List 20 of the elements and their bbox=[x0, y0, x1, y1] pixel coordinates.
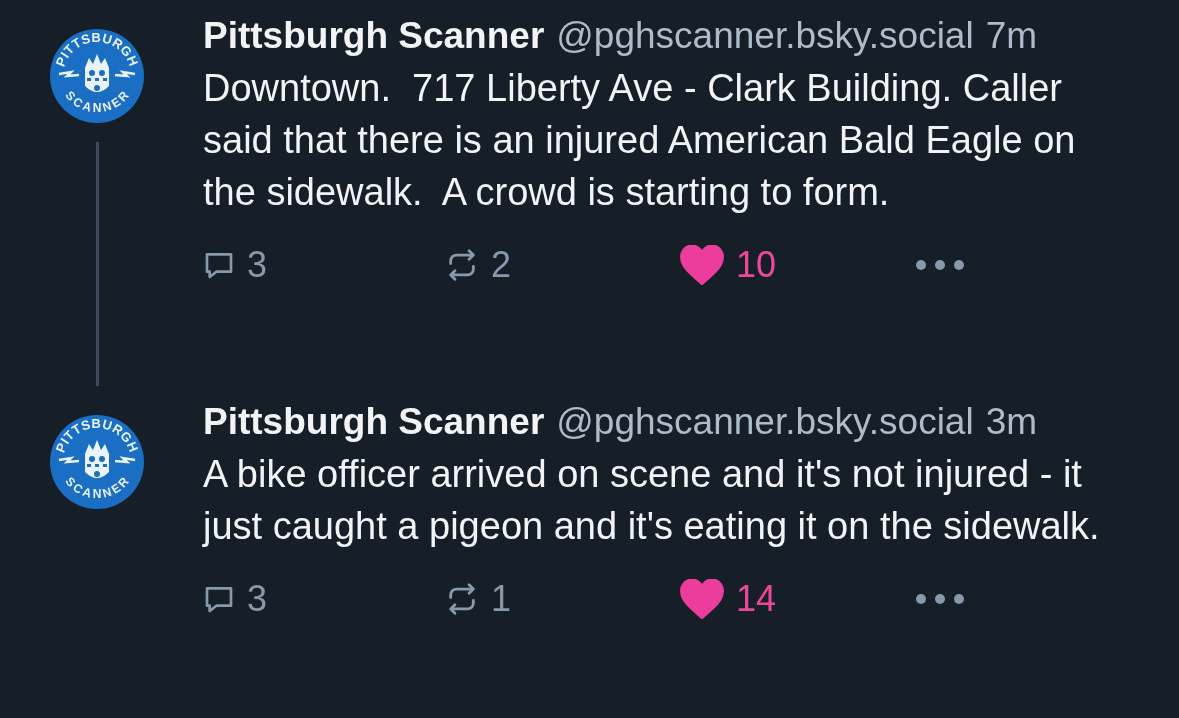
like-button[interactable]: 10 bbox=[680, 238, 915, 292]
like-button[interactable]: 14 bbox=[680, 572, 915, 626]
display-name[interactable]: Pittsburgh Scanner bbox=[203, 14, 545, 58]
reply-button[interactable]: 3 bbox=[203, 572, 445, 626]
ellipsis-icon bbox=[915, 593, 965, 605]
heart-icon bbox=[680, 245, 724, 285]
post-time[interactable]: 3m bbox=[985, 400, 1038, 444]
display-name[interactable]: Pittsburgh Scanner bbox=[203, 400, 545, 444]
more-options-button[interactable] bbox=[915, 259, 965, 271]
heart-icon bbox=[680, 579, 724, 619]
post-time[interactable]: 7m bbox=[985, 14, 1038, 58]
post-text: Downtown. 717 Liberty Ave - Clark Building. Caller said that there is an injured American Bald Eagle on the sidewalk. A crowd is starting to form. bbox=[203, 66, 1077, 215]
post-text: A bike officer arrived on scene and it's not injured - it just caught a pigeon and it's eating it on the sidewalk. bbox=[203, 452, 1101, 549]
reply-button[interactable]: 3 bbox=[203, 238, 445, 292]
more-options-button[interactable] bbox=[915, 593, 965, 605]
repost-button[interactable]: 2 bbox=[445, 238, 680, 292]
handle[interactable]: @pghscanner.bsky.social bbox=[556, 14, 974, 58]
repost-button[interactable]: 1 bbox=[445, 572, 680, 626]
ellipsis-icon bbox=[915, 259, 965, 271]
handle[interactable]: @pghscanner.bsky.social bbox=[556, 400, 974, 444]
